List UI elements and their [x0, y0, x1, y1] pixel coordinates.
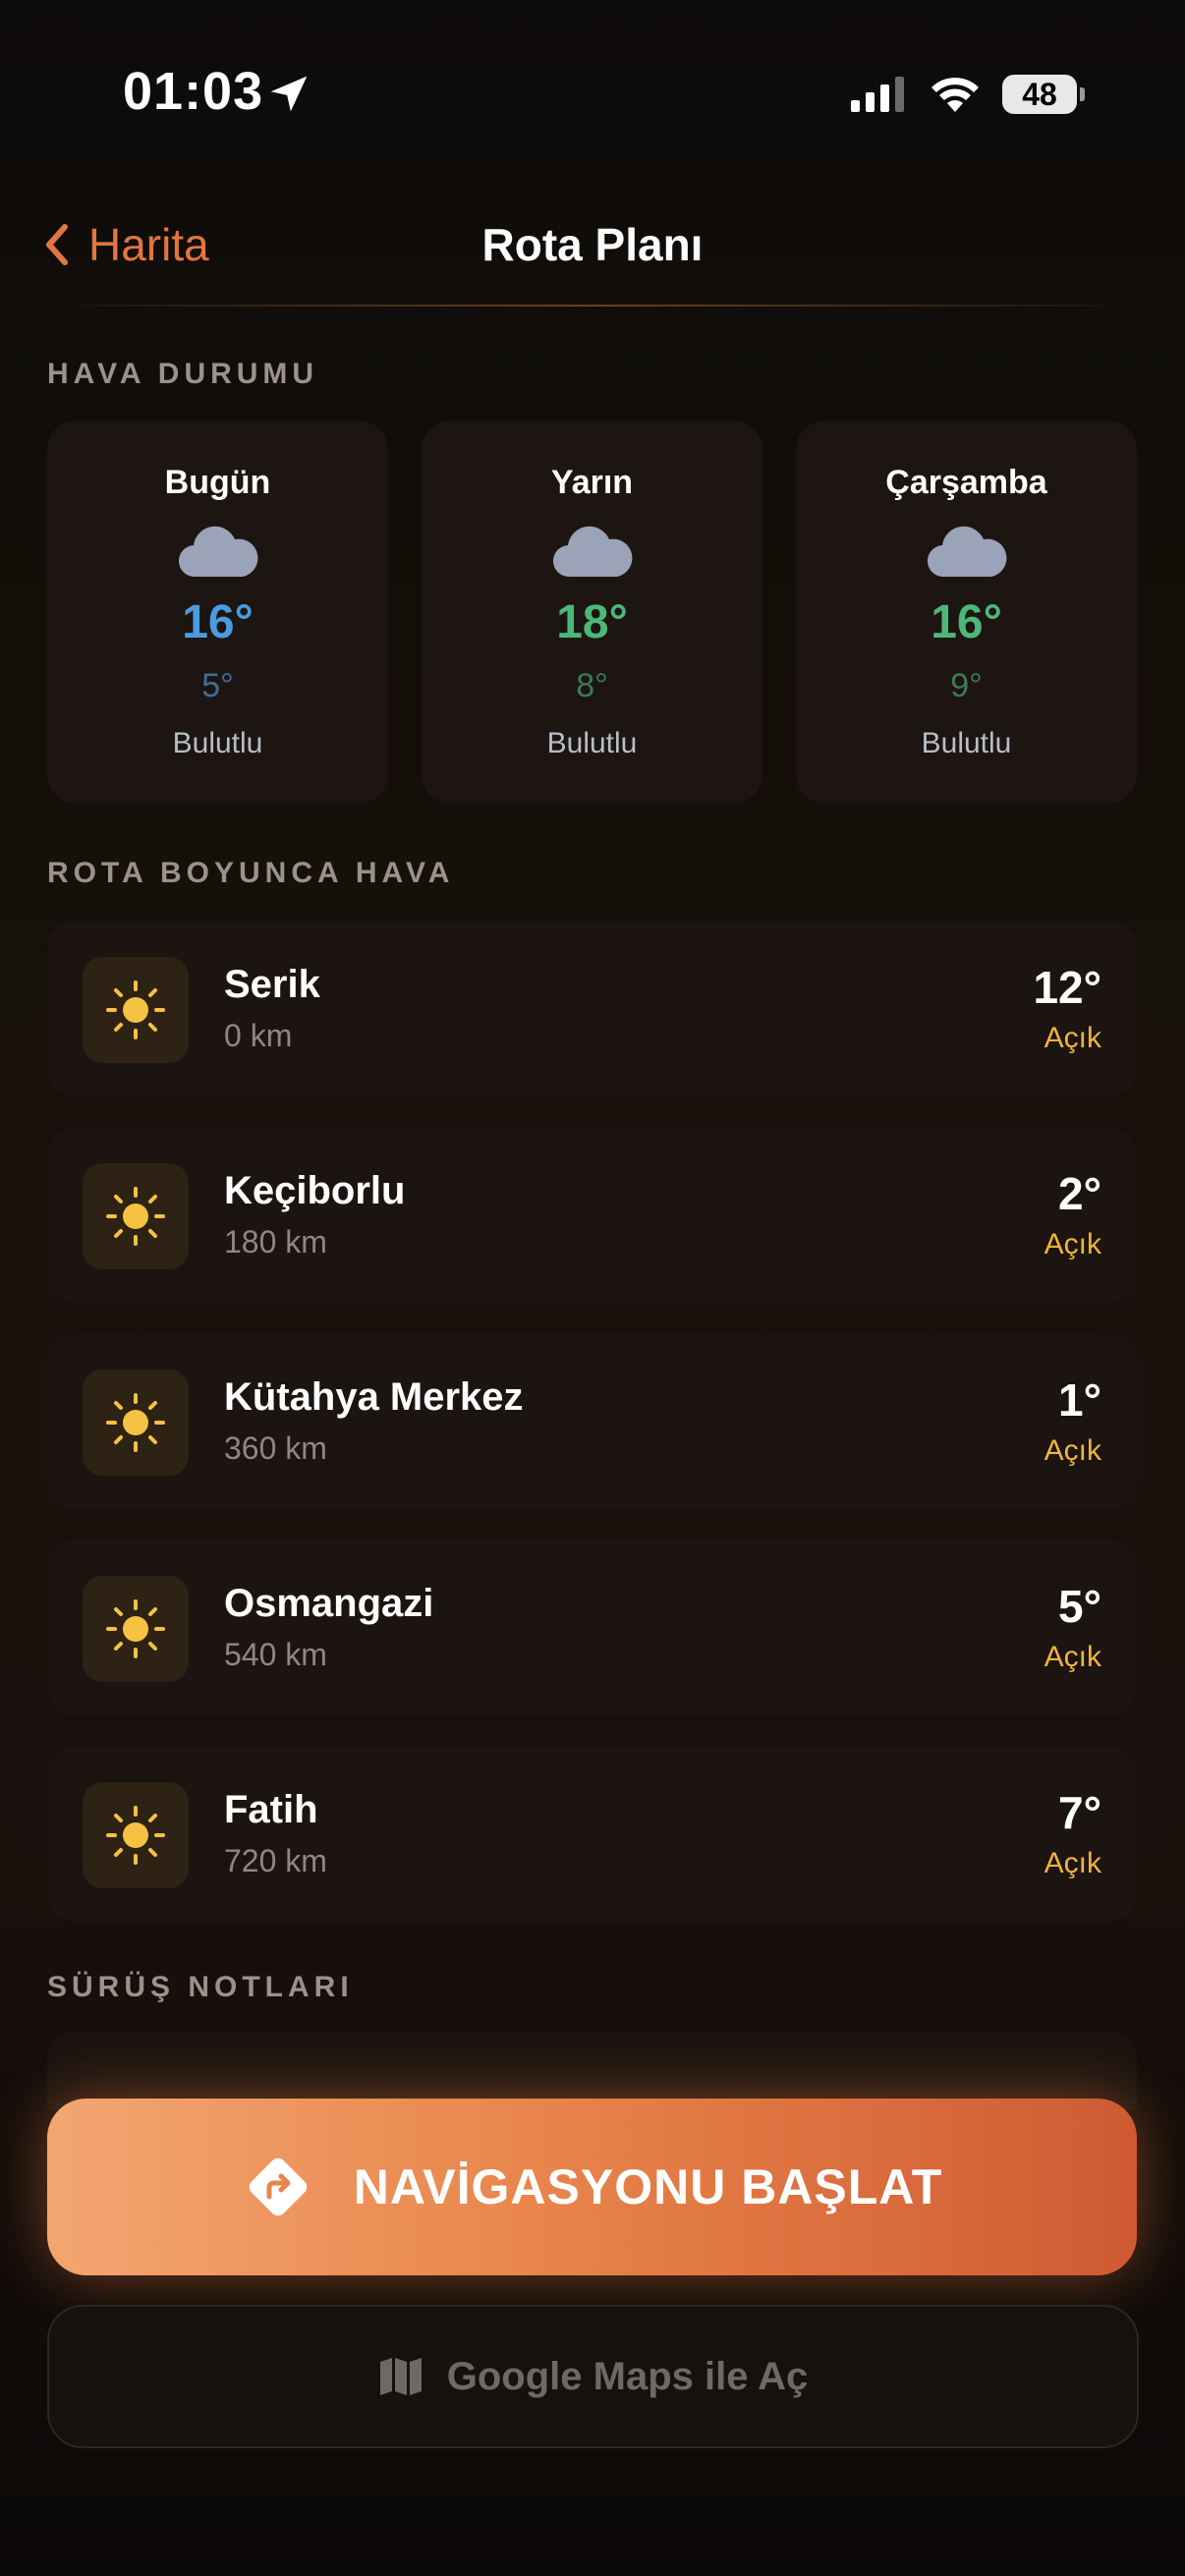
sun-icon	[106, 1599, 165, 1658]
sun-icon	[106, 980, 165, 1039]
forecast-condition: Bulutlu	[546, 727, 638, 759]
wifi-icon	[931, 78, 979, 112]
forecast-card-wednesday[interactable]: Çarşamba 16° 9° Bulutlu	[796, 420, 1137, 804]
forecast-card-today[interactable]: Bugün 16° 5° Bulutlu	[47, 420, 388, 804]
open-google-maps-label: Google Maps ile Aç	[446, 2354, 809, 2398]
sun-icon-box	[83, 1370, 189, 1476]
route-temp: 1°	[1058, 1374, 1101, 1426]
sun-icon-box	[83, 957, 189, 1063]
forecast-high: 16°	[931, 596, 1002, 648]
sun-icon-box	[83, 1782, 189, 1888]
forecast-low: 9°	[950, 667, 983, 704]
forecast-condition: Bulutlu	[172, 727, 263, 759]
cloud-icon	[178, 526, 257, 578]
route-condition: Açık	[1044, 1641, 1101, 1673]
cloud-icon	[552, 526, 632, 578]
route-condition: Açık	[1044, 1022, 1101, 1054]
route-row[interactable]: Keçiborlu 180 km 2° Açık	[47, 1128, 1137, 1303]
route-temp: 2°	[1058, 1168, 1101, 1219]
route-row[interactable]: Osmangazi 540 km 5° Açık	[47, 1540, 1137, 1715]
route-city: Keçiborlu	[224, 1169, 406, 1212]
forecast-high: 18°	[556, 596, 628, 648]
forecast-low: 8°	[576, 667, 608, 704]
route-row[interactable]: Kütahya Merkez 360 km 1° Açık	[47, 1334, 1137, 1509]
route-city: Fatih	[224, 1788, 318, 1831]
forecast-card-tomorrow[interactable]: Yarın 18° 8° Bulutlu	[422, 420, 762, 804]
route-temp: 12°	[1033, 962, 1101, 1013]
back-button[interactable]: Harita	[43, 218, 209, 271]
route-condition: Açık	[1044, 1434, 1101, 1467]
route-city: Serik	[224, 963, 320, 1006]
section-route-weather: ROTA BOYUNCA HAVA	[47, 857, 455, 889]
forecast-condition: Bulutlu	[921, 727, 1012, 759]
cloud-icon	[927, 526, 1006, 578]
start-navigation-label: NAVİGASYONU BAŞLAT	[353, 2159, 943, 2214]
sun-icon-box	[83, 1163, 189, 1269]
back-label: Harita	[88, 219, 209, 270]
directions-icon	[249, 2157, 307, 2216]
route-distance: 360 km	[224, 1430, 327, 1466]
sun-icon-box	[83, 1576, 189, 1682]
section-weather: HAVA DURUMU	[47, 358, 319, 390]
forecast-day: Çarşamba	[885, 464, 1047, 501]
map-icon	[379, 2358, 422, 2395]
chevron-left-icon	[46, 224, 68, 265]
location-arrow-icon	[270, 76, 308, 112]
route-temp: 7°	[1058, 1787, 1101, 1838]
route-distance: 720 km	[224, 1843, 327, 1878]
battery-icon: 48	[1002, 75, 1085, 114]
sun-icon	[106, 1187, 165, 1246]
route-city: Osmangazi	[224, 1582, 434, 1625]
forecast-high: 16°	[182, 596, 254, 648]
forecast-day: Bugün	[164, 464, 271, 501]
route-city: Kütahya Merkez	[224, 1375, 524, 1419]
forecast-low: 5°	[201, 667, 234, 704]
sun-icon	[106, 1393, 165, 1452]
route-row[interactable]: Serik 0 km 12° Açık	[47, 922, 1137, 1096]
route-row[interactable]: Fatih 720 km 7° Açık	[47, 1747, 1137, 1922]
status-time: 01:03	[123, 62, 264, 121]
route-distance: 0 km	[224, 1018, 293, 1053]
signal-icon	[851, 77, 904, 112]
route-distance: 540 km	[224, 1637, 327, 1672]
section-driving-notes: SÜRÜŞ NOTLARI	[47, 1971, 354, 2003]
route-condition: Açık	[1044, 1847, 1101, 1879]
start-navigation-button[interactable]: NAVİGASYONU BAŞLAT	[47, 2099, 1137, 2275]
route-condition: Açık	[1044, 1228, 1101, 1260]
route-temp: 5°	[1058, 1581, 1101, 1632]
forecast-day: Yarın	[550, 464, 634, 501]
status-icons: 48	[849, 73, 1085, 116]
sun-icon	[106, 1806, 165, 1865]
route-distance: 180 km	[224, 1224, 327, 1260]
header-divider	[79, 305, 1106, 307]
open-google-maps-button[interactable]: Google Maps ile Aç	[47, 2305, 1139, 2448]
